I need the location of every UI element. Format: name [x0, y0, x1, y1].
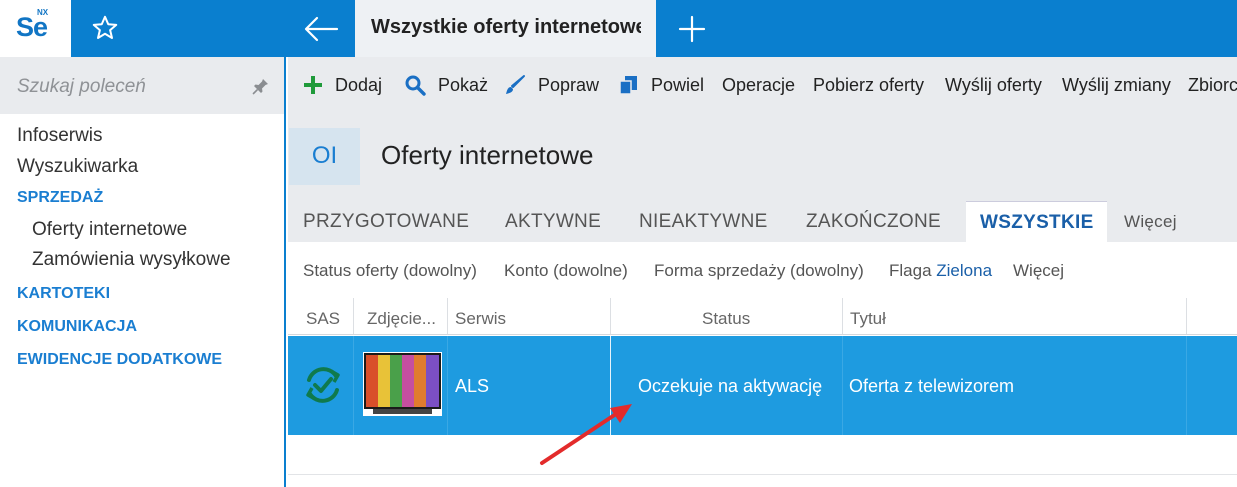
collective-menu[interactable]: Zbiorcze: [1188, 75, 1237, 96]
sidebar-item-infoserwis[interactable]: Infoserwis: [17, 125, 103, 147]
edit-button[interactable]: Popraw: [538, 75, 599, 96]
column-header-status[interactable]: Status: [702, 309, 750, 329]
cell-serwis: ALS: [455, 376, 490, 396]
send-offers-button[interactable]: Wyślij oferty: [945, 75, 1042, 96]
table-header: SAS Zdjęcie... Serwis Status Tytuł: [288, 298, 1237, 335]
sidebar-section-ewidencje-dodatkowe[interactable]: EWIDENCJE DODATKOWE: [17, 351, 222, 369]
filter-flag-value: Zielona: [936, 261, 993, 280]
sync-check-icon: [306, 367, 340, 403]
row-divider: [1186, 336, 1187, 435]
page-title: Oferty internetowe: [381, 140, 594, 170]
tab-zakonczone[interactable]: ZAKOŃCZONE: [806, 211, 941, 233]
action-toolbar: Dodaj Pokaż Popraw Powiel Operacje Pobie…: [288, 57, 1237, 113]
brush-icon: [506, 75, 525, 94]
fetch-offers-button[interactable]: Pobierz oferty: [813, 75, 924, 96]
show-button[interactable]: Pokaż: [438, 75, 488, 96]
command-search-box: [0, 57, 284, 114]
tab-more[interactable]: Więcej: [1124, 212, 1177, 232]
plus-icon: [304, 76, 322, 94]
top-bar: Se NX Wszystkie oferty internetowe: [0, 0, 1237, 57]
new-tab-plus-icon[interactable]: [675, 12, 709, 46]
tab-wszystkie-label: WSZYSTKIE: [980, 212, 1094, 233]
sidebar-item-zamowienia-wysylkowe[interactable]: Zamówienia wysyłkowe: [32, 249, 231, 271]
sidebar-section-sprzedaz[interactable]: SPRZEDAŻ: [17, 189, 103, 207]
status-tabs: PRZYGOTOWANE AKTYWNE NIEAKTYWNE ZAKOŃCZO…: [288, 199, 1237, 242]
tab-nieaktywne[interactable]: NIEAKTYWNE: [639, 211, 768, 233]
filter-flag-label: Flaga: [889, 261, 932, 280]
column-divider[interactable]: [842, 298, 843, 334]
sidebar: Infoserwis Wyszukiwarka SPRZEDAŻ Oferty …: [0, 57, 286, 487]
tv-image: [364, 353, 441, 414]
duplicate-icon: [619, 76, 637, 95]
operations-menu[interactable]: Operacje: [722, 75, 795, 96]
command-search-input[interactable]: [17, 75, 237, 99]
module-badge: OI: [289, 128, 360, 185]
filter-flag[interactable]: Flaga Zielona: [889, 261, 992, 281]
filter-account[interactable]: Konto (dowolne): [504, 261, 628, 281]
sidebar-item-wyszukiwarka[interactable]: Wyszukiwarka: [17, 156, 138, 178]
row-divider: [353, 336, 354, 435]
tab-wszystkie[interactable]: WSZYSTKIE: [966, 201, 1107, 242]
column-divider[interactable]: [353, 298, 354, 334]
module-badge-text: OI: [311, 142, 338, 169]
cell-status: Oczekuje na aktywację: [638, 376, 823, 396]
column-divider[interactable]: [1186, 298, 1187, 334]
tab-current-window[interactable]: Wszystkie oferty internetowe: [355, 0, 656, 57]
add-button[interactable]: Dodaj: [335, 75, 382, 96]
app-logo[interactable]: Se NX: [0, 0, 71, 57]
back-arrow-icon[interactable]: [301, 12, 341, 46]
page-header: OI Oferty internetowe: [288, 113, 1237, 199]
column-divider[interactable]: [610, 298, 611, 334]
column-header-title[interactable]: Tytuł: [850, 309, 886, 329]
tab-current-label: Wszystkie oferty internetowe: [371, 16, 641, 38]
column-divider[interactable]: [447, 298, 448, 334]
sidebar-item-oferty-internetowe[interactable]: Oferty internetowe: [32, 219, 187, 241]
column-header-sas[interactable]: SAS: [306, 309, 340, 329]
duplicate-button[interactable]: Powiel: [651, 75, 704, 96]
filter-sale-form[interactable]: Forma sprzedaży (dowolny): [654, 261, 864, 281]
cell-title: Oferta z telewizorem: [849, 376, 1015, 396]
search-icon: [405, 75, 426, 96]
tab-aktywne[interactable]: AKTYWNE: [505, 211, 601, 233]
sidebar-section-komunikacja[interactable]: KOMUNIKACJA: [17, 318, 137, 336]
annotation-arrow-icon: [540, 404, 632, 465]
filter-status[interactable]: Status oferty (dowolny): [303, 261, 477, 281]
filter-bar: Status oferty (dowolny) Konto (dowolne) …: [288, 242, 1237, 298]
column-header-photo[interactable]: Zdjęcie...: [367, 309, 441, 329]
star-icon[interactable]: [90, 13, 120, 43]
table-row[interactable]: ALS Oczekuje na aktywację Oferta z telew…: [288, 336, 1237, 435]
send-changes-button[interactable]: Wyślij zmiany: [1062, 75, 1171, 96]
pin-icon[interactable]: [252, 77, 270, 95]
logo-superscript: NX: [37, 8, 49, 17]
row-divider: [842, 336, 843, 435]
row-divider: [447, 336, 448, 435]
filter-more[interactable]: Więcej: [1013, 261, 1064, 281]
empty-row: [288, 435, 1237, 475]
sidebar-section-kartoteki[interactable]: KARTOTEKI: [17, 285, 110, 303]
column-header-serwis[interactable]: Serwis: [455, 309, 506, 329]
tab-przygotowane[interactable]: PRZYGOTOWANE: [303, 211, 469, 233]
tv-thumbnail[interactable]: [363, 352, 442, 416]
